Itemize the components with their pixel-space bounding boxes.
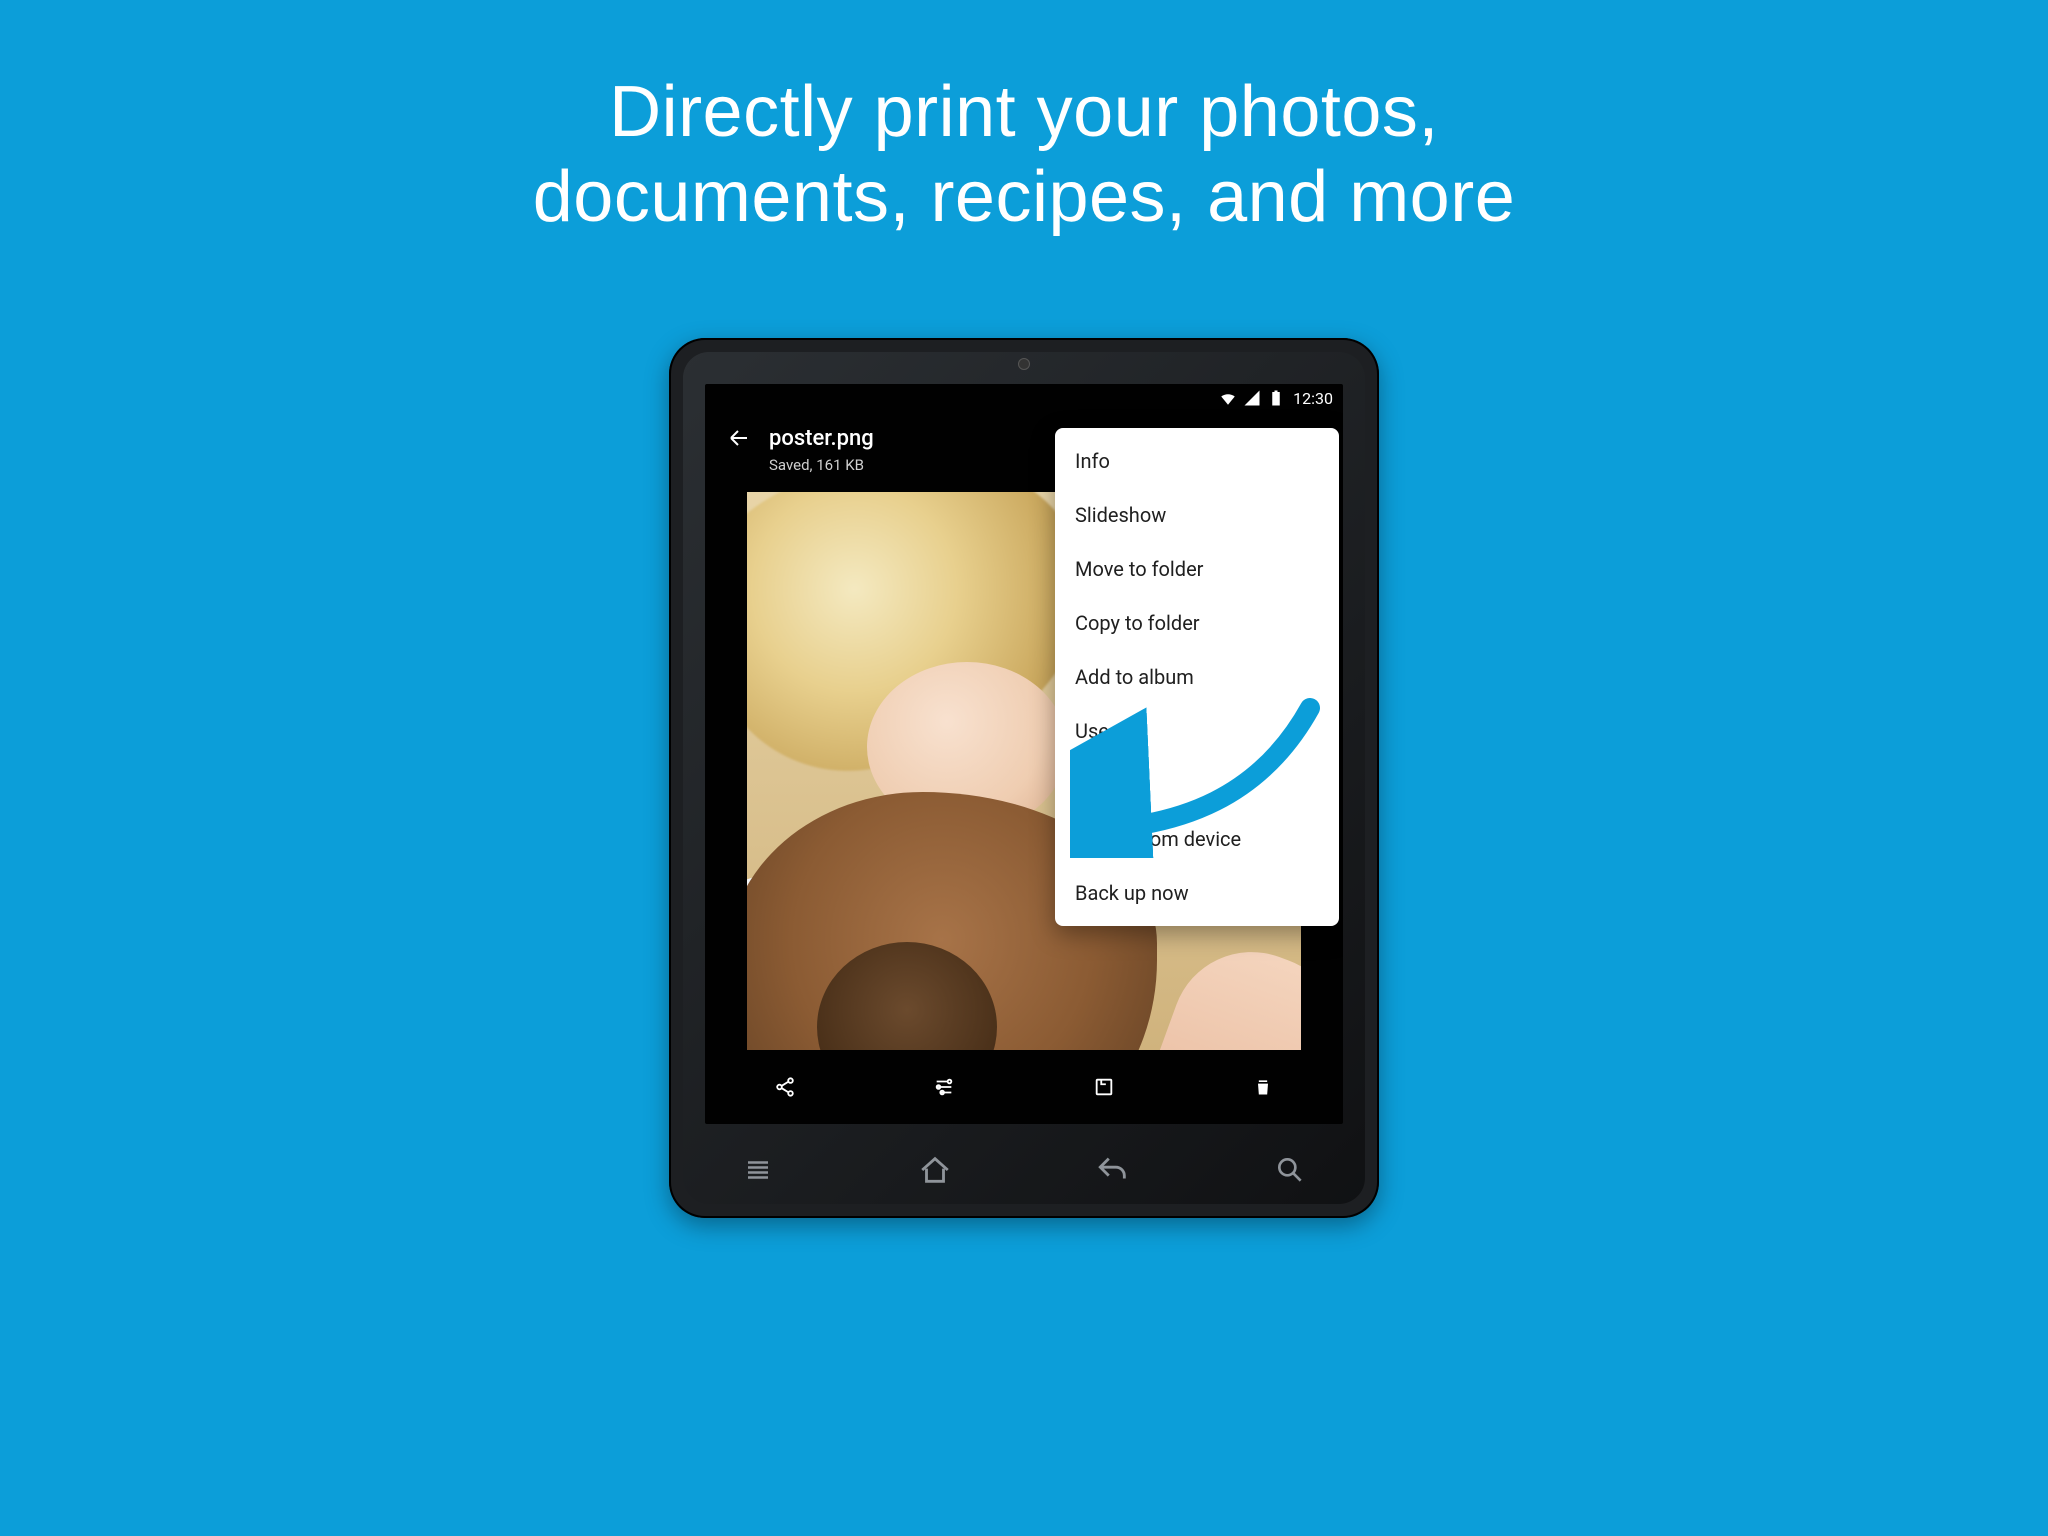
hardware-nav	[669, 1142, 1379, 1198]
delete-button[interactable]	[1250, 1074, 1276, 1100]
headline-line1: Directly print your photos,	[609, 72, 1439, 152]
clock: 12:30	[1293, 389, 1333, 408]
menu-item-move-to-folder[interactable]: Move to folder	[1055, 542, 1339, 596]
hw-back-button[interactable]	[1096, 1153, 1130, 1187]
menu-item-slideshow[interactable]: Slideshow	[1055, 488, 1339, 542]
wifi-icon	[1219, 389, 1237, 407]
tablet-frame: 12:30 poster.png Saved, 161 KB	[669, 338, 1379, 1218]
share-button[interactable]	[772, 1074, 798, 1100]
title-block: poster.png Saved, 161 KB	[769, 426, 874, 474]
app-action-bar	[705, 1050, 1343, 1124]
headline-line2: documents, recipes, and more	[533, 157, 1515, 237]
battery-icon	[1267, 389, 1285, 407]
promo-headline: Directly print your photos, documents, r…	[0, 70, 2048, 240]
edit-tune-button[interactable]	[931, 1074, 957, 1100]
menu-item-delete-from-device[interactable]: Delete from device	[1055, 812, 1339, 866]
menu-item-use-as[interactable]: Use as	[1055, 704, 1339, 758]
menu-item-copy-to-folder[interactable]: Copy to folder	[1055, 596, 1339, 650]
hw-search-button[interactable]	[1273, 1153, 1307, 1187]
menu-item-info[interactable]: Info	[1055, 434, 1339, 488]
signal-icon	[1243, 389, 1261, 407]
hw-menu-button[interactable]	[741, 1153, 775, 1187]
file-status: Saved, 161 KB	[769, 456, 874, 474]
status-bar: 12:30	[705, 384, 1343, 412]
menu-item-print[interactable]: Print	[1055, 758, 1339, 812]
file-name: poster.png	[769, 428, 874, 450]
device-screen: 12:30 poster.png Saved, 161 KB	[705, 384, 1343, 1124]
menu-item-add-to-album[interactable]: Add to album	[1055, 650, 1339, 704]
crop-rotate-button[interactable]	[1091, 1074, 1117, 1100]
back-button[interactable]	[727, 426, 751, 454]
menu-item-back-up-now[interactable]: Back up now	[1055, 866, 1339, 920]
hw-home-button[interactable]	[918, 1153, 952, 1187]
front-camera	[1018, 358, 1030, 370]
context-menu: Info Slideshow Move to folder Copy to fo…	[1055, 428, 1339, 926]
